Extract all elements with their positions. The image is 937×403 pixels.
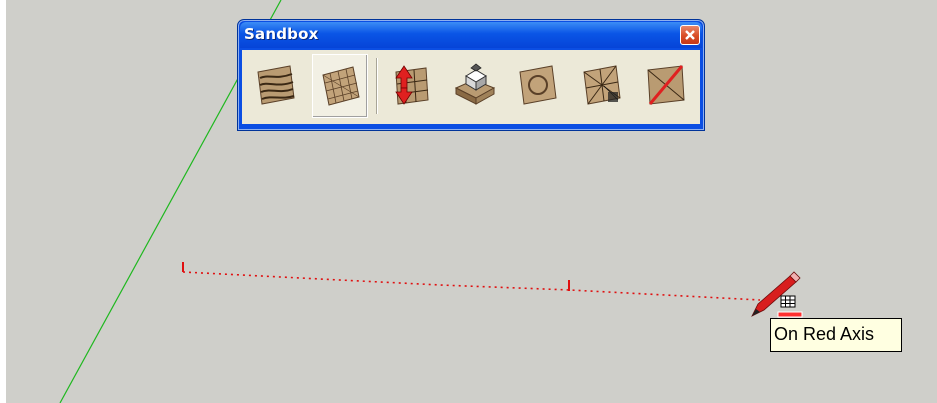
smoove-button[interactable] bbox=[382, 54, 438, 118]
close-button[interactable] bbox=[680, 25, 700, 45]
grid-inference-icon bbox=[780, 295, 796, 308]
inference-tooltip: On Red Axis bbox=[770, 318, 902, 352]
from-contours-icon bbox=[257, 65, 295, 105]
add-detail-icon bbox=[583, 65, 621, 105]
axis-marker bbox=[777, 311, 803, 318]
toolbar-title: Sandbox bbox=[244, 25, 319, 43]
toolbar-separator bbox=[376, 58, 378, 114]
drape-icon bbox=[519, 65, 557, 105]
flip-edge-button[interactable] bbox=[638, 54, 694, 118]
from-contours-button[interactable] bbox=[248, 54, 304, 118]
sandbox-toolbar[interactable]: Sandbox bbox=[237, 19, 705, 131]
flip-edge-icon bbox=[647, 65, 685, 105]
red-axis-inference-line bbox=[182, 271, 761, 301]
smoove-icon bbox=[395, 65, 429, 105]
pencil-icon bbox=[751, 271, 801, 317]
add-detail-button[interactable] bbox=[574, 54, 630, 118]
toolbar-titlebar[interactable]: Sandbox bbox=[240, 22, 702, 48]
toolbar-tools bbox=[242, 50, 700, 124]
drape-button[interactable] bbox=[510, 54, 566, 118]
stamp-button[interactable] bbox=[446, 54, 502, 118]
from-scratch-icon bbox=[322, 66, 360, 106]
close-icon bbox=[685, 30, 695, 40]
stamp-icon bbox=[454, 63, 496, 105]
from-scratch-button[interactable] bbox=[312, 54, 368, 118]
